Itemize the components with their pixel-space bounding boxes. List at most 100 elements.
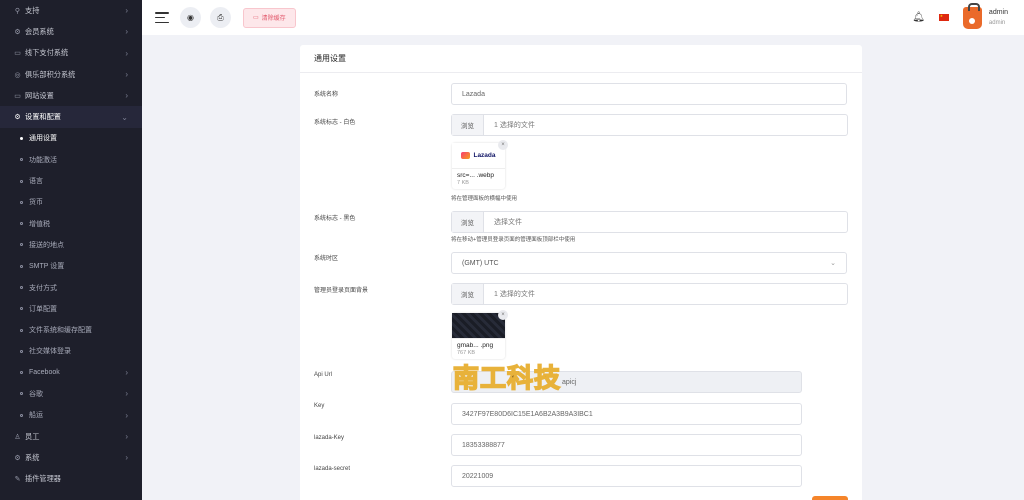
sidebar-item-label: 员工 (25, 431, 40, 441)
logo-white-file-name: src=... .webp (457, 172, 495, 179)
avatar (962, 2, 982, 29)
sidebar-subitem-社交媒体登录[interactable]: 社交媒体登录 (0, 341, 142, 362)
admin-bg-file-name: gmab... .png (457, 342, 494, 349)
sidebar-subitem-语言[interactable]: 语言 (0, 170, 142, 191)
sidebar-item-label: 支持 (25, 5, 40, 15)
sidebar-subitem-label: 谷歌 (29, 390, 43, 398)
chevron-down-icon: ⌄ (121, 112, 128, 122)
sidebar-item-系统[interactable]: ⚙ 系统 › (0, 447, 142, 468)
sidebar-item-俱乐部积分系统[interactable]: ◎ 俱乐部积分系统 › (0, 64, 142, 85)
sidebar-subitem-label: 语言 (29, 178, 43, 186)
chevron-right-icon: › (125, 91, 128, 101)
globe-icon: ◉ (187, 13, 194, 22)
logo-white-file-size: 7 KB (457, 180, 469, 186)
logo-white-file-count: 1 选择的文件 (494, 122, 535, 129)
sidebar-subitem-label: 社交媒体登录 (29, 348, 71, 356)
member-icon: ⚙ (14, 28, 21, 36)
chevron-right-icon: › (125, 70, 128, 80)
menu-toggle-icon[interactable] (155, 12, 169, 23)
sidebar-subitem-label: 文件系统和缓存配置 (29, 327, 92, 335)
logo-white-file-input[interactable]: 浏览 1 选择的文件 (451, 114, 848, 136)
sidebar-subitem-文件系统和缓存配置[interactable]: 文件系统和缓存配置 (0, 319, 142, 340)
sidebar-item-label: 会员系统 (25, 26, 54, 36)
sidebar-subitem-SMTP 设置[interactable]: SMTP 设置 (0, 256, 142, 277)
key-input[interactable]: 3427F97E80D6IC15E1A6B2A3B9A3IBC1 (451, 403, 802, 425)
sidebar-item-label: 设置和配置 (25, 112, 61, 122)
print-button[interactable]: ⎙ (210, 7, 231, 28)
bullet-icon (20, 392, 23, 396)
sidebar-item-线下支付系统[interactable]: ▭ 线下支付系统 › (0, 43, 142, 64)
system-name-input[interactable]: Lazada (451, 83, 847, 105)
admin-bg-thumbnail: gmab... .png 767 KB × (452, 310, 508, 359)
sidebar-subitem-label: Facebook (29, 369, 60, 377)
sidebar-item-插件管理器[interactable]: ✎ 插件管理器 (0, 469, 142, 490)
logo-black-label: 系统标志 - 黑色 (314, 216, 356, 222)
logo-white-browse-button[interactable]: 浏览 (452, 115, 484, 135)
lazada-secret-input[interactable]: 20221009 (451, 465, 802, 487)
bullet-icon (20, 286, 23, 289)
bullet-icon (20, 222, 23, 226)
remove-admin-bg-icon[interactable]: × (498, 310, 508, 320)
lazada-logo: Lazada (461, 152, 496, 159)
chevron-right-icon: › (125, 368, 128, 378)
sidebar-subitem-通用设置[interactable]: 通用设置 (0, 128, 142, 149)
sidebar-subitem-船运[interactable]: 船运 › (0, 405, 142, 426)
sidebar-subitem-支付方式[interactable]: 支付方式 (0, 277, 142, 298)
sidebar-subitem-label: 接送的地点 (29, 241, 64, 249)
admin-bg-file-input[interactable]: 浏览 1 选择的文件 (451, 283, 848, 305)
sidebar-item-网站设置[interactable]: ▭ 网站设置 › (0, 85, 142, 106)
admin-bg-browse-button[interactable]: 浏览 (452, 284, 484, 304)
sidebar: ⚲ 支持 › ⚙ 会员系统 › ▭ 线下支付系统 › ◎ 俱乐部积分系统 › ▭ 网站设置 › ⚙ 设置和配置 ⌄… (0, 0, 142, 500)
remove-logo-white-icon[interactable]: × (498, 140, 508, 150)
user-menu[interactable]: admin admin (962, 2, 1008, 29)
admin-bg-preview-image (452, 313, 505, 339)
api-url-label: Api Url (314, 372, 333, 378)
key-label: Key (314, 403, 325, 409)
system-icon: ⚙ (14, 454, 21, 462)
sidebar-subitem-接送的地点[interactable]: 接送的地点 (0, 234, 142, 255)
lazada-key-input[interactable]: 18353388877 (451, 434, 802, 456)
payment-icon: ▭ (14, 50, 21, 58)
sidebar-item-会员系统[interactable]: ⚙ 会员系统 › (0, 21, 142, 42)
bullet-icon (20, 264, 23, 268)
sidebar-subitem-label: SMTP 设置 (29, 263, 65, 271)
china-flag-icon[interactable] (938, 14, 949, 21)
sidebar-item-设置和配置[interactable]: ⚙ 设置和配置 ⌄ (0, 106, 142, 128)
sidebar-subitem-label: 货币 (29, 199, 43, 207)
settings-icon: ⚙ (14, 114, 21, 122)
chevron-right-icon: › (125, 453, 128, 463)
sidebar-item-员工[interactable]: ♙ 员工 › (0, 426, 142, 447)
sidebar-subitem-增值税[interactable]: 增值税 (0, 213, 142, 234)
bullet-icon (20, 328, 23, 332)
chevron-right-icon: › (125, 432, 128, 442)
save-button[interactable] (812, 496, 848, 500)
sidebar-item-label: 网站设置 (25, 90, 54, 100)
sidebar-subitem-Facebook[interactable]: Facebook › (0, 362, 142, 383)
bell-icon[interactable]: 🔔︎ (912, 12, 925, 23)
sidebar-item-支持[interactable]: ⚲ 支持 › (0, 0, 142, 21)
logo-white-label: 系统标志 - 白色 (314, 120, 356, 126)
user-role: admin (988, 19, 1006, 26)
sidebar-subitem-谷歌[interactable]: 谷歌 › (0, 383, 142, 404)
lazada-key-label: lazada-Key (314, 435, 345, 441)
bullet-icon (20, 243, 23, 247)
sidebar-subitem-订单配置[interactable]: 订单配置 (0, 298, 142, 319)
admin-bg-label: 管理员登录页面背景 (314, 288, 369, 294)
logo-black-hint: 将在移动+管理员登录页面的管理面板顶部栏中使用 (451, 237, 576, 243)
clear-cache-button[interactable]: ▭ 清除缓存 (243, 7, 296, 28)
printer-icon: ⎙ (217, 12, 224, 22)
timezone-value: (GMT) UTC (462, 259, 499, 267)
globe-button[interactable]: ◉ (180, 7, 201, 28)
sidebar-subitem-货币[interactable]: 货币 (0, 192, 142, 213)
logo-black-file-input[interactable]: 浏览 选择文件 (451, 211, 848, 233)
plugin-icon: ✎ (14, 476, 21, 484)
bullet-icon (20, 200, 23, 204)
logo-black-browse-button[interactable]: 浏览 (452, 212, 484, 232)
watermark-text: 南工科技 (452, 363, 562, 395)
timezone-select[interactable]: (GMT) UTC ⌄ (451, 252, 847, 274)
sidebar-subitem-功能激活[interactable]: 功能激活 (0, 149, 142, 170)
clear-cache-label: 清除缓存 (261, 16, 286, 22)
club-icon: ◎ (14, 71, 21, 79)
bullet-icon (20, 413, 23, 417)
username: admin (988, 8, 1008, 16)
